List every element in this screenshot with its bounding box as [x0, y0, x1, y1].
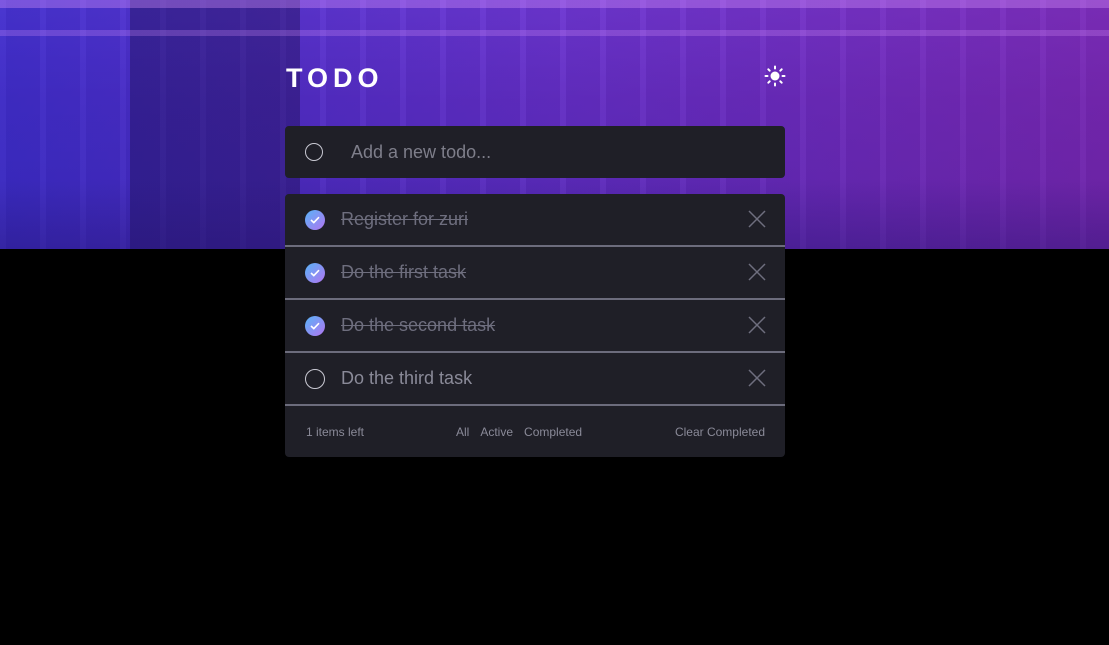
filter-completed[interactable]: Completed [524, 425, 582, 439]
todo-text: Do the first task [341, 262, 467, 282]
close-icon[interactable] [748, 316, 766, 334]
todo-item: Do the second task [285, 300, 785, 353]
todo-item: Do the first task [285, 247, 785, 300]
new-todo-circle-icon[interactable] [305, 143, 323, 161]
app-title: TODO [286, 63, 384, 93]
todo-text: Do the second task [341, 315, 496, 335]
todo-text: Do the third task [341, 368, 473, 388]
todo-footer: 1 items left All Active Completed Clear … [285, 406, 785, 457]
sun-icon [764, 65, 786, 87]
new-todo-input[interactable] [349, 131, 785, 173]
todo-checkbox-checked[interactable] [305, 315, 325, 336]
theme-toggle-button[interactable] [762, 63, 788, 89]
todo-item: Register for zuri [285, 194, 785, 247]
todo-text: Register for zuri [341, 209, 469, 229]
items-left-count: 1 items left [306, 424, 365, 439]
clear-completed-button[interactable]: Clear Completed [675, 425, 765, 439]
check-icon [310, 269, 320, 277]
close-icon[interactable] [748, 369, 766, 387]
filter-active[interactable]: Active [480, 425, 513, 439]
todo-checkbox-checked[interactable] [305, 209, 325, 230]
new-todo-bar [285, 126, 785, 178]
todo-checkbox-unchecked[interactable] [305, 368, 325, 389]
close-icon[interactable] [748, 210, 766, 228]
filter-all[interactable]: All [456, 425, 469, 439]
todo-item: Do the third task [285, 353, 785, 406]
check-icon [310, 216, 320, 224]
todo-checkbox-checked[interactable] [305, 262, 325, 283]
check-icon [310, 322, 320, 330]
todo-list: Register for zuri Do the first task Do t… [285, 194, 785, 457]
close-icon[interactable] [748, 263, 766, 281]
filter-group: All Active Completed [456, 425, 593, 439]
